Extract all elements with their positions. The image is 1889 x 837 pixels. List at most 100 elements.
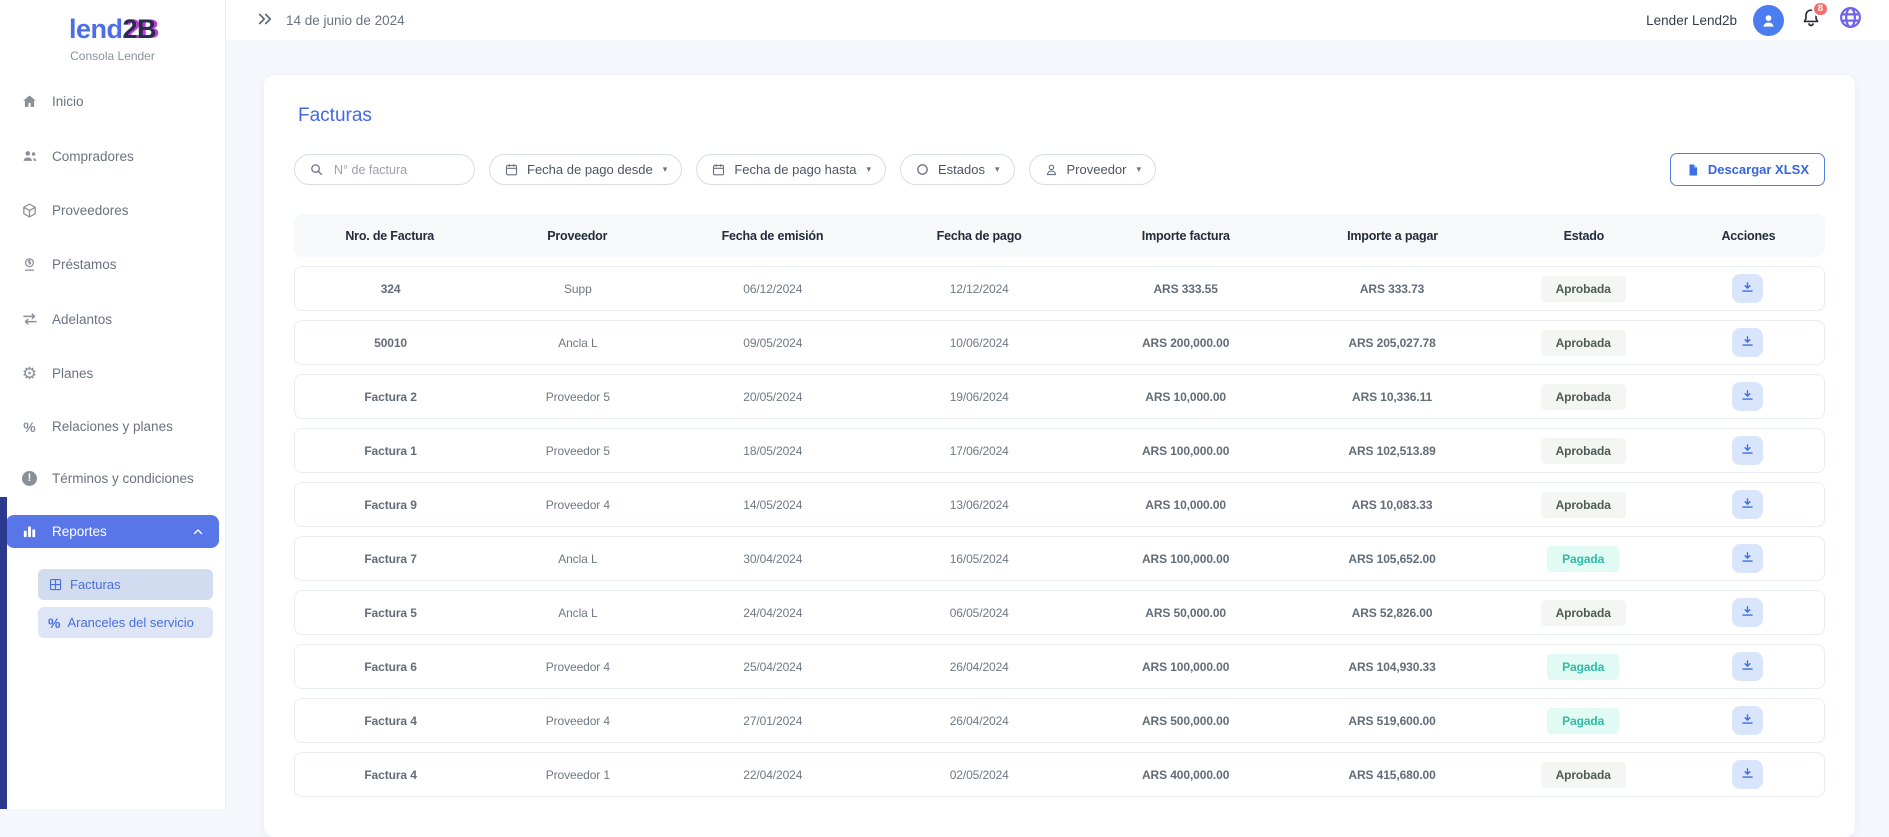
cell: 18/05/2024: [670, 444, 876, 458]
row-download-button[interactable]: [1732, 490, 1763, 519]
filters-row: Fecha de pago desde ▾ Fecha de pago hast…: [294, 153, 1825, 186]
facturas-card: Facturas Fecha de pago desde ▾ Fecha de …: [264, 75, 1855, 837]
buyers-icon: [20, 147, 39, 165]
cell: ARS 105,652.00: [1289, 552, 1495, 566]
current-date: 14 de junio de 2024: [286, 13, 405, 28]
states-filter[interactable]: Estados ▾: [900, 154, 1015, 185]
sidebar-item-label: Compradores: [52, 149, 134, 164]
percent-icon: %: [20, 420, 39, 434]
invoice-search-input[interactable]: [332, 162, 460, 178]
date-from-label: Fecha de pago desde: [527, 162, 653, 177]
row-download-button[interactable]: [1732, 598, 1763, 627]
invoice-search[interactable]: [294, 154, 475, 185]
download-xlsx-label: Descargar XLSX: [1708, 162, 1809, 177]
status-cell: Aprobada: [1495, 600, 1671, 626]
status-badge: Pagada: [1547, 708, 1619, 734]
table-row: 324Supp06/12/202412/12/2024ARS 333.55ARS…: [294, 266, 1825, 311]
sidebar-item-label: Términos y condiciones: [52, 471, 194, 486]
status-cell: Aprobada: [1495, 276, 1671, 302]
cell: 22/04/2024: [670, 768, 876, 782]
column-header: Proveedor: [485, 229, 669, 243]
main-area: 14 de junio de 2024 Lender Lend2b 8 Fact…: [226, 0, 1889, 809]
row-download-button[interactable]: [1732, 274, 1763, 303]
cell: ARS 500,000.00: [1082, 714, 1288, 728]
cell: 14/05/2024: [670, 498, 876, 512]
percent-icon: %: [48, 616, 60, 630]
cell: 06/05/2024: [876, 606, 1082, 620]
status-badge: Aprobada: [1541, 762, 1626, 788]
cell: ARS 205,027.78: [1289, 336, 1495, 350]
column-header: Fecha de emisión: [669, 229, 876, 243]
cell: 20/05/2024: [670, 390, 876, 404]
status-cell: Pagada: [1495, 654, 1671, 680]
row-download-button[interactable]: [1732, 544, 1763, 573]
cell: Factura 2: [295, 390, 486, 404]
sidebar-item-inicio[interactable]: Inicio: [6, 85, 219, 118]
cell: Factura 6: [295, 660, 486, 674]
actions-cell: [1671, 598, 1824, 627]
table-row: Factura 2Proveedor 520/05/202419/06/2024…: [294, 374, 1825, 419]
sidebar-item-adelantos[interactable]: Adelantos: [6, 302, 219, 336]
cell: 17/06/2024: [876, 444, 1082, 458]
sidebar-item-relaciones-y-planes[interactable]: % Relaciones y planes: [6, 411, 219, 442]
row-download-button[interactable]: [1732, 436, 1763, 465]
actions-cell: [1671, 274, 1824, 303]
download-xlsx-button[interactable]: Descargar XLSX: [1670, 153, 1825, 186]
gear-icon: ⚙: [20, 365, 39, 382]
date-from-filter[interactable]: Fecha de pago desde ▾: [489, 154, 682, 185]
sidebar-subitem-facturas[interactable]: Facturas: [38, 569, 213, 600]
cell: ARS 104,930.33: [1289, 660, 1495, 674]
cell: 06/12/2024: [670, 282, 876, 296]
sidebar-item-label: Préstamos: [52, 257, 117, 272]
status-badge: Aprobada: [1541, 276, 1626, 302]
avatar[interactable]: [1753, 5, 1784, 36]
sidebar-item-label: Relaciones y planes: [52, 419, 173, 434]
double-chevron-icon[interactable]: [256, 10, 274, 31]
row-download-button[interactable]: [1732, 760, 1763, 789]
status-badge: Pagada: [1547, 546, 1619, 572]
sidebar-item-label: Reportes: [52, 524, 107, 539]
cell: 30/04/2024: [670, 552, 876, 566]
cell: 26/04/2024: [876, 714, 1082, 728]
cell: ARS 100,000.00: [1082, 552, 1288, 566]
sidebar-item-terminos-y-condiciones[interactable]: !Términos y condiciones: [6, 463, 219, 494]
cell: 09/05/2024: [670, 336, 876, 350]
sidebar-item-reportes[interactable]: Reportes: [6, 515, 219, 548]
provider-filter[interactable]: Proveedor ▾: [1029, 154, 1157, 185]
actions-cell: [1671, 706, 1824, 735]
sidebar-item-label: Proveedores: [52, 203, 129, 218]
content: Facturas Fecha de pago desde ▾ Fecha de …: [226, 40, 1889, 837]
calendar-icon: [504, 162, 519, 177]
row-download-button[interactable]: [1732, 328, 1763, 357]
sidebar-item-planes[interactable]: ⚙Planes: [6, 357, 219, 390]
states-label: Estados: [938, 162, 985, 177]
notifications-button[interactable]: 8: [1800, 7, 1822, 34]
download-icon: [1740, 766, 1755, 784]
row-download-button[interactable]: [1732, 706, 1763, 735]
cell: 16/05/2024: [876, 552, 1082, 566]
sidebar-item-prestamos[interactable]: Préstamos: [6, 248, 219, 281]
cell: ARS 10,083.33: [1289, 498, 1495, 512]
sidebar-nav: Inicio Compradores Proveedores Préstamos Ade…: [0, 85, 225, 638]
row-download-button[interactable]: [1732, 652, 1763, 681]
status-cell: Aprobada: [1495, 492, 1671, 518]
cell: 02/05/2024: [876, 768, 1082, 782]
date-to-filter[interactable]: Fecha de pago hasta ▾: [696, 154, 886, 185]
caret-down-icon: ▾: [995, 164, 1000, 175]
provider-label: Proveedor: [1067, 162, 1127, 177]
download-icon: [1740, 550, 1755, 568]
sidebar-subitem-aranceles-del-servicio[interactable]: %Aranceles del servicio: [38, 607, 213, 638]
status-circle-icon: [915, 162, 930, 177]
topbar: 14 de junio de 2024 Lender Lend2b 8: [226, 0, 1889, 40]
sidebar-scrollbar[interactable]: [0, 497, 7, 809]
row-download-button[interactable]: [1732, 382, 1763, 411]
sidebar-item-proveedores[interactable]: Proveedores: [6, 194, 219, 227]
cell: 25/04/2024: [670, 660, 876, 674]
sidebar-item-compradores[interactable]: Compradores: [6, 139, 219, 173]
cell: 13/06/2024: [876, 498, 1082, 512]
cell: ARS 102,513.89: [1289, 444, 1495, 458]
language-button[interactable]: [1838, 5, 1863, 35]
actions-cell: [1671, 382, 1824, 411]
table-row: Factura 4Proveedor 122/04/202402/05/2024…: [294, 752, 1825, 797]
document-icon: [1686, 163, 1700, 177]
